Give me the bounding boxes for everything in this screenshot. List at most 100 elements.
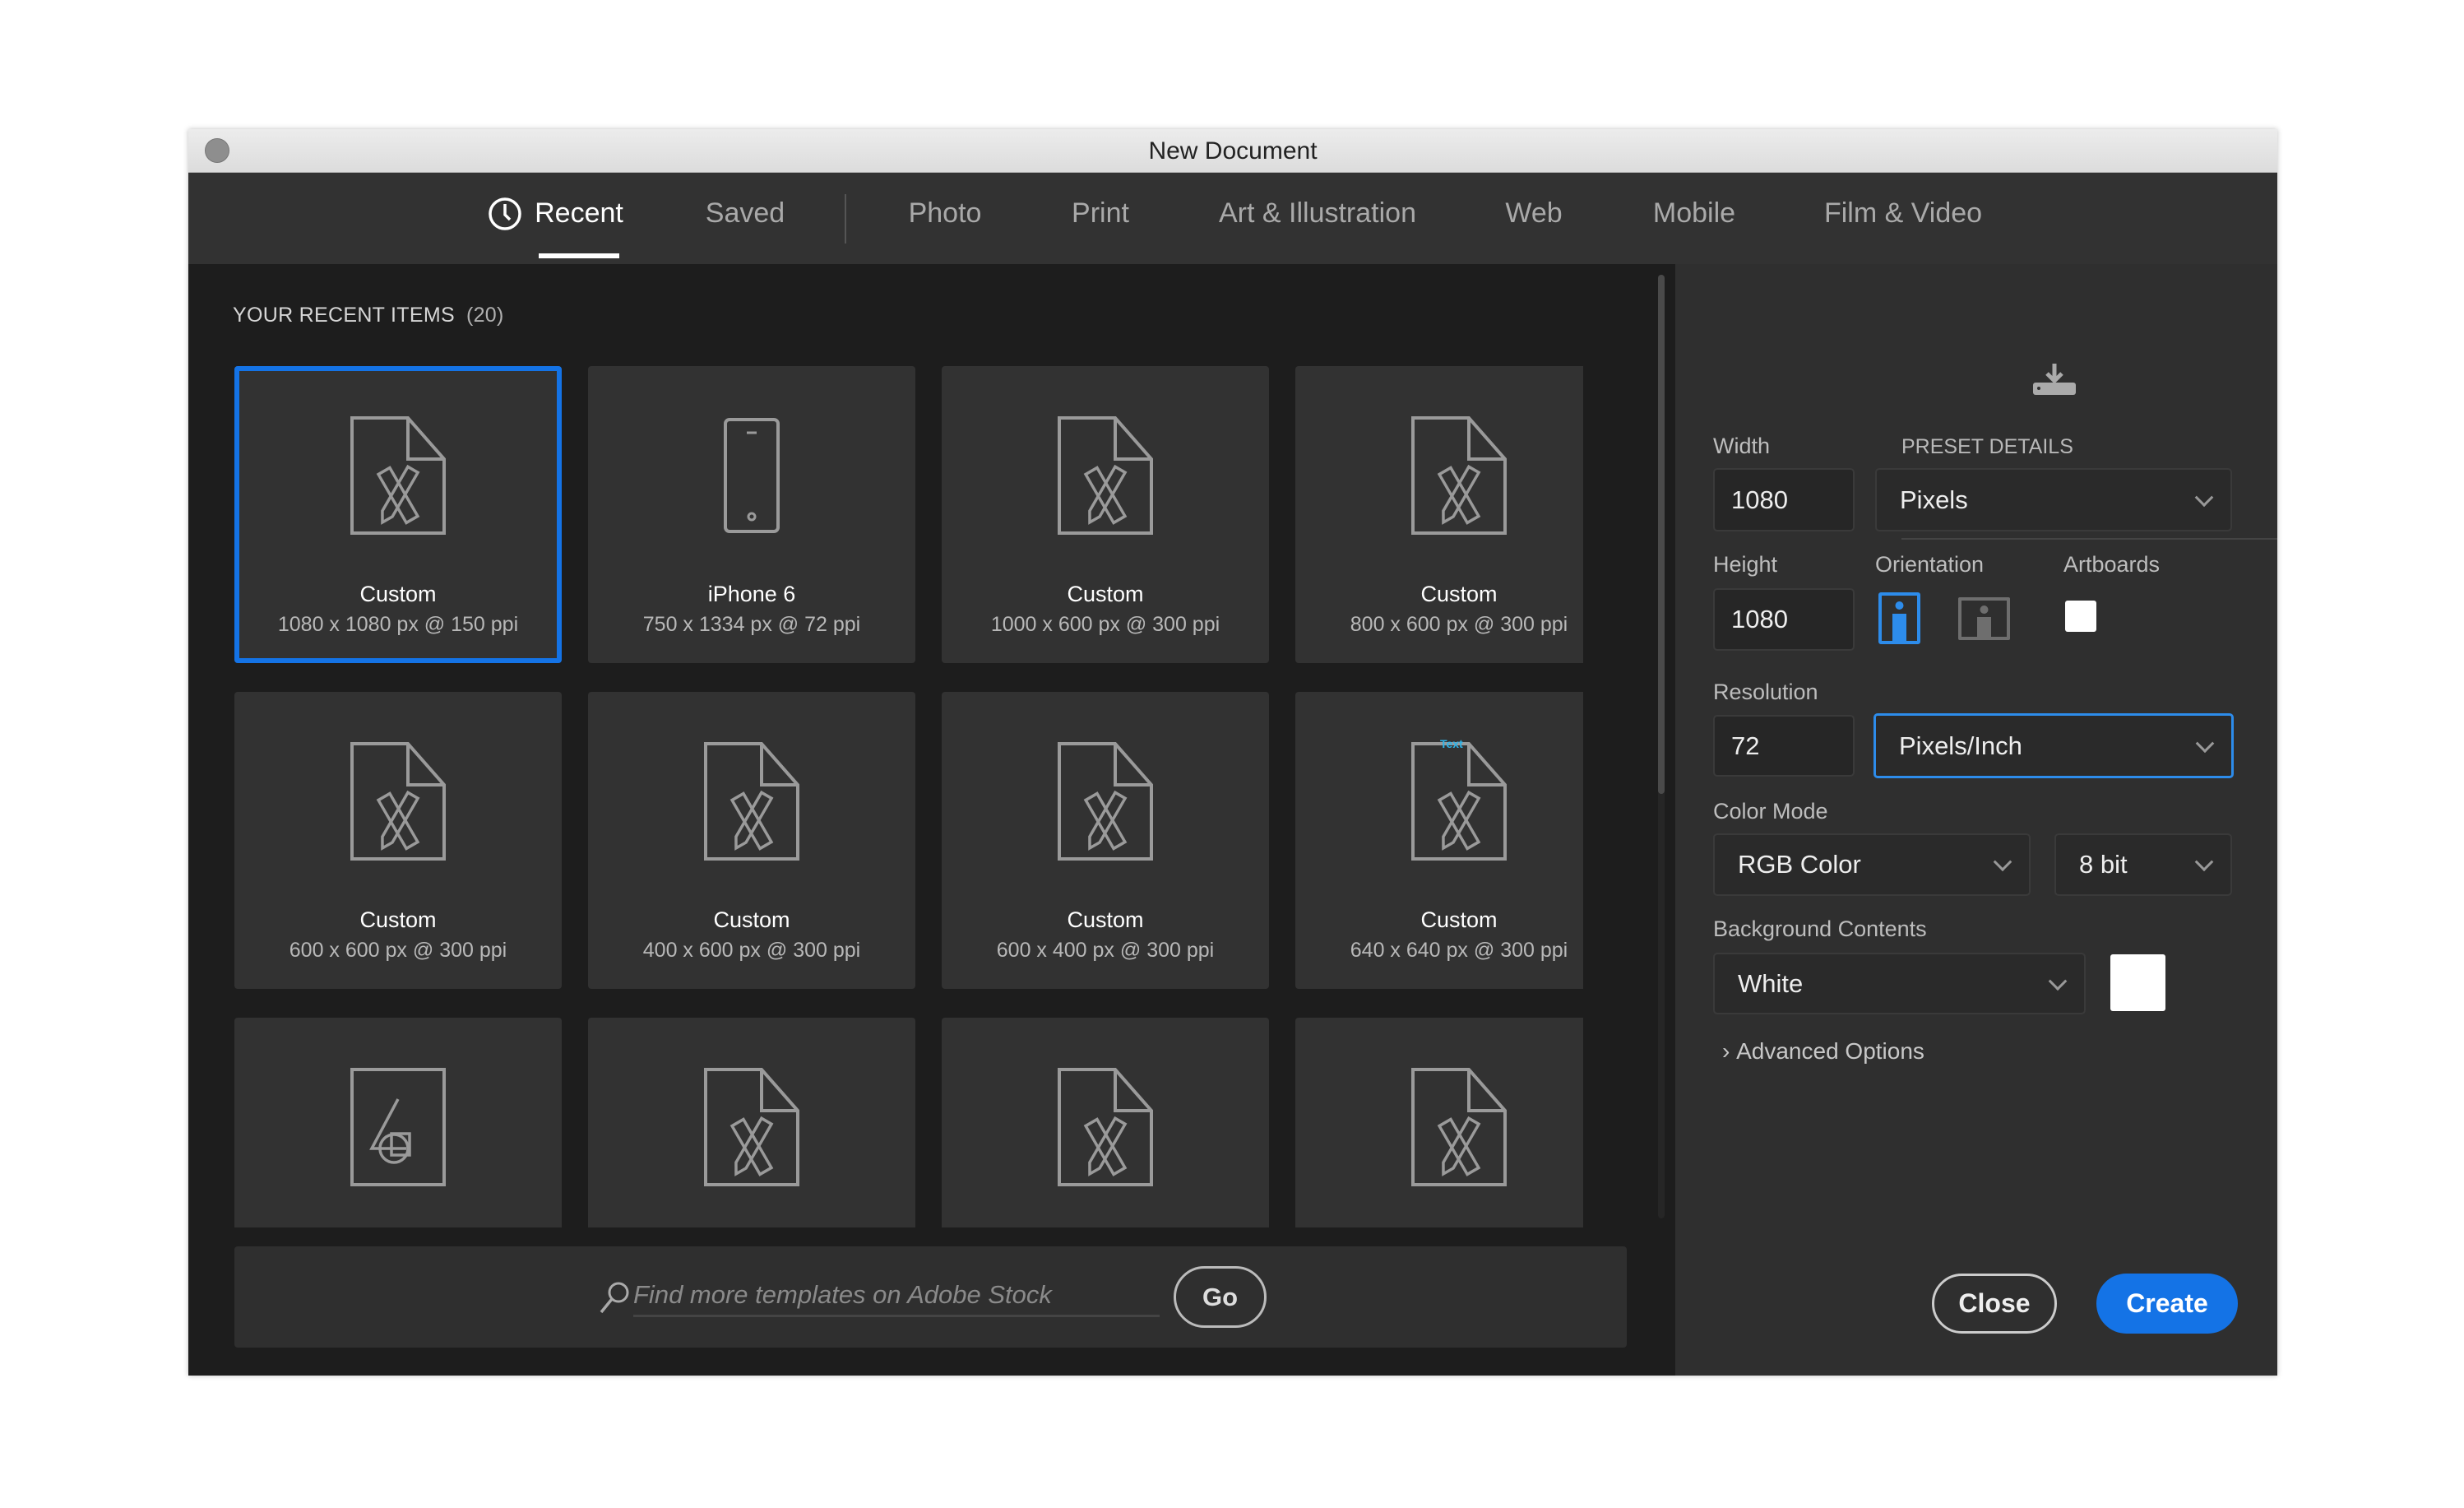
width-input[interactable]: 1080 [1713,468,1855,531]
tile-description: 1080 x 1080 px @ 150 ppi [277,613,519,636]
recent-items-count: (20) [465,304,504,327]
tab-art-illustration[interactable]: Art & Illustration [1219,197,1416,230]
tile-description: 600 x 600 px @ 300 ppi [289,939,507,962]
tab-print[interactable]: Print [1072,197,1129,230]
chevron-down-icon [1993,852,2012,872]
scrollbar[interactable] [1658,275,1665,1218]
width-label: Width [1713,434,1771,458]
custom-doc-icon [1058,416,1153,535]
background-contents-label: Background Contents [1713,916,1927,941]
custom-doc-icon [704,742,799,861]
custom-doc-icon [350,416,446,535]
resolution-input[interactable]: 72 [1713,715,1855,777]
chevron-down-icon [2194,487,2214,507]
recent-item-tile[interactable] [942,1018,1269,1227]
tab-saved[interactable]: Saved [706,197,785,230]
chevron-right-icon: › [1722,1038,1737,1064]
tab-web[interactable]: Web [1505,197,1562,230]
artboards-checkbox[interactable] [2065,601,2096,632]
tile-overlay-text: Text [1440,737,1463,750]
tile-name: Custom [1067,582,1144,606]
custom-doc-icon [1411,1068,1507,1186]
portrait-person-icon [1892,601,1906,641]
background-color-swatch[interactable] [2110,954,2165,1011]
recent-item-tile[interactable]: Custom 400 x 600 px @ 300 ppi [588,692,915,989]
recent-item-tile[interactable]: Custom 1080 x 1080 px @ 150 ppi [234,366,562,663]
tile-name: Custom [359,907,437,932]
landscape-person-icon [1977,606,1991,637]
color-mode-value: RGB Color [1738,850,1861,879]
active-tab-indicator [539,253,619,258]
recent-items-title: YOUR RECENT ITEMS [233,304,455,327]
stock-search-input[interactable] [633,1274,1160,1317]
recent-item-tile[interactable]: Custom 600 x 600 px @ 300 ppi [234,692,562,989]
recent-item-tile[interactable]: Text Custom 640 x 640 px @ 300 ppi [1295,692,1583,989]
recent-item-tile[interactable]: Custom 800 x 600 px @ 300 ppi [1295,366,1583,663]
tile-description: 640 x 640 px @ 300 ppi [1350,939,1568,962]
custom-doc-icon [1058,742,1153,861]
tile-description: 1000 x 600 px @ 300 ppi [990,613,1220,636]
recent-item-tile[interactable]: Custom 1000 x 600 px @ 300 ppi [942,366,1269,663]
tile-description: 800 x 600 px @ 300 ppi [1350,613,1568,636]
search-icon [600,1282,629,1314]
tile-description: 600 x 400 px @ 300 ppi [996,939,1215,962]
tile-name: Custom [1420,582,1498,606]
portrait-orientation-button[interactable] [1878,592,1920,644]
recent-item-tile[interactable]: Custom 600 x 400 px @ 300 ppi [942,692,1269,989]
recent-item-tile[interactable] [234,1018,562,1227]
window-title: New Document [1148,137,1318,165]
tile-description: 400 x 600 px @ 300 ppi [642,939,861,962]
height-label: Height [1713,552,1778,577]
width-unit-value: Pixels [1900,485,1968,514]
orientation-label: Orientation [1875,552,1985,577]
width-unit-dropdown[interactable]: Pixels [1875,468,2232,531]
custom-doc-icon [350,742,446,861]
tile-description: 750 x 1334 px @ 72 ppi [642,613,861,636]
tab-recent[interactable]: Recent [535,197,623,230]
artboards-label: Artboards [2063,552,2161,577]
bit-depth-dropdown[interactable]: 8 bit [2054,833,2232,896]
tile-name: Custom [713,907,790,932]
scrollbar-thumb[interactable] [1658,275,1665,794]
title-bar: New Document [188,129,2277,173]
go-button[interactable]: Go [1174,1266,1267,1328]
tile-name: Custom [1420,907,1498,932]
tab-film-video[interactable]: Film & Video [1824,197,1982,230]
recent-items-heading: YOUR RECENT ITEMS (20) [233,304,504,327]
custom-doc-icon [704,1068,799,1186]
custom-doc-icon [1058,1068,1153,1186]
recent-item-tile[interactable] [588,1018,915,1227]
chevron-down-icon [2194,852,2214,872]
recent-item-tile[interactable]: iPhone 6 750 x 1334 px @ 72 ppi [588,366,915,663]
chevron-down-icon [2048,971,2068,991]
preset-details-heading: PRESET DETAILS [1901,435,2073,458]
background-contents-dropdown[interactable]: White [1713,953,2086,1014]
color-mode-dropdown[interactable]: RGB Color [1713,833,2031,896]
custom-doc-icon [1411,416,1507,535]
bit-depth-value: 8 bit [2079,850,2128,879]
close-button[interactable]: Close [1932,1274,2057,1334]
tile-name: iPhone 6 [707,582,796,606]
advanced-options-toggle[interactable]: › Advanced Options [1722,1038,1924,1065]
tile-name: Custom [1067,907,1144,932]
resolution-label: Resolution [1713,680,1818,704]
background-contents-value: White [1738,968,1804,998]
stock-search-bar: Go [234,1246,1627,1348]
save-preset-icon[interactable] [2031,362,2077,398]
landscape-orientation-button[interactable] [1958,597,2010,640]
chevron-down-icon [2195,733,2215,753]
recent-item-tile[interactable] [1295,1018,1583,1227]
tab-mobile[interactable]: Mobile [1653,197,1735,230]
shape-doc-icon [350,1068,446,1186]
height-input[interactable]: 1080 [1713,588,1855,651]
tab-photo[interactable]: Photo [909,197,982,230]
custom-doc-icon [1411,742,1507,861]
phone-icon [724,418,780,533]
tab-divider [845,194,846,244]
advanced-options-label: Advanced Options [1736,1038,1924,1064]
create-button[interactable]: Create [2096,1274,2238,1334]
resolution-unit-value: Pixels/Inch [1899,731,2022,760]
recent-items-grid: Custom 1080 x 1080 px @ 150 ppi iPhone 6 75… [234,366,1583,1227]
tile-name: Custom [359,582,437,606]
resolution-unit-dropdown[interactable]: Pixels/Inch [1873,713,2234,778]
